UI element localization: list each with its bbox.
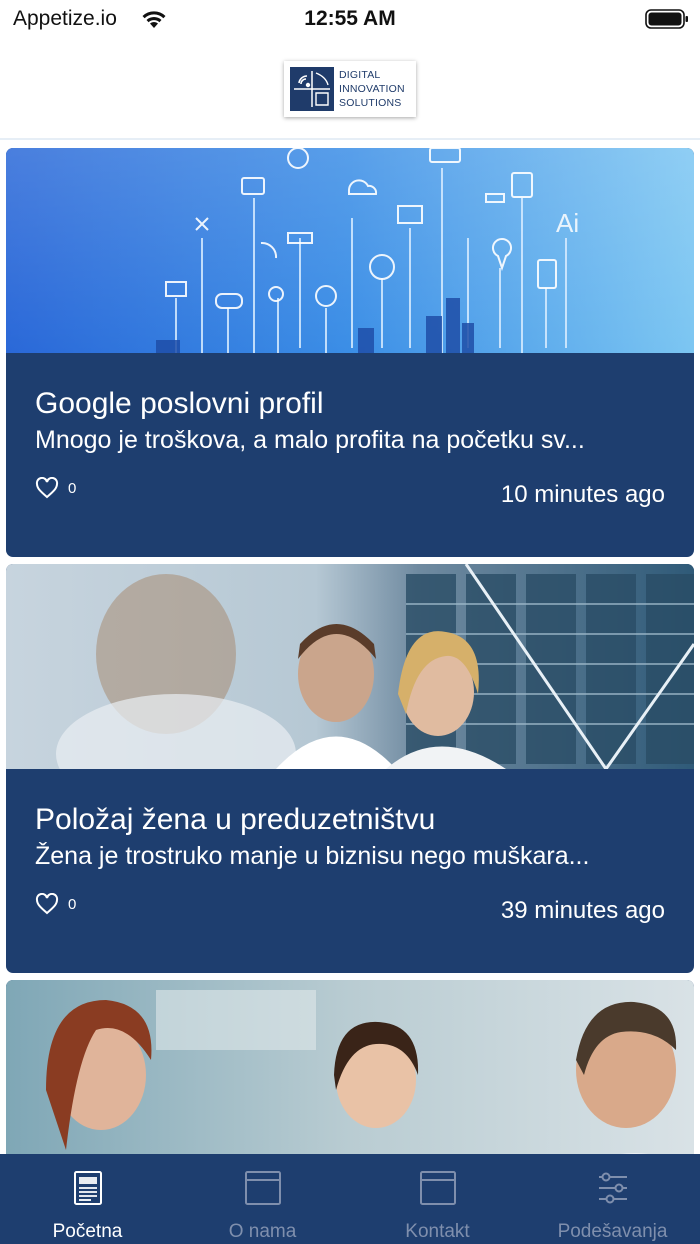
tab-o-nama[interactable]: O nama <box>175 1154 350 1244</box>
post-card[interactable] <box>6 980 694 1154</box>
tab-label: Početna <box>52 1221 123 1242</box>
tab-podesavanja[interactable]: Podešavanja <box>525 1154 700 1244</box>
logo-line: SOLUTIONS <box>339 97 402 109</box>
tab-kontakt[interactable]: Kontakt <box>350 1154 525 1244</box>
clock: 12:55 AM <box>304 7 396 30</box>
post-card-body: Položaj žena u preduzetništvu Žena je tr… <box>6 769 694 973</box>
post-title[interactable]: Google poslovni profil <box>35 387 324 421</box>
like-count: 0 <box>68 895 77 913</box>
post-excerpt: Mnogo je troškova, a malo profita na poč… <box>35 426 585 454</box>
heart-icon[interactable] <box>35 893 59 915</box>
sliders-icon <box>599 1172 627 1204</box>
post-card-body: Google poslovni profil Mnogo je troškova… <box>6 353 694 557</box>
app-header: DIGITAL INNOVATION SOLUTIONS <box>0 40 700 140</box>
tab-label: Kontakt <box>405 1221 470 1242</box>
battery-icon <box>645 9 688 29</box>
svg-text:Ai: Ai <box>556 208 579 238</box>
company-logo[interactable]: DIGITAL INNOVATION SOLUTIONS <box>284 61 416 117</box>
post-card[interactable]: Položaj žena u preduzetništvu Žena je tr… <box>6 564 694 973</box>
bottom-tab-bar: Početna O nama Kontakt Podešavanja <box>0 1154 700 1244</box>
post-title[interactable]: Položaj žena u preduzetništvu <box>35 803 435 837</box>
post-image-business-meeting[interactable] <box>6 980 694 1154</box>
logo-mark-icon <box>290 67 334 111</box>
newspaper-icon <box>74 1171 102 1205</box>
tab-label: O nama <box>228 1221 297 1242</box>
post-timestamp: 10 minutes ago <box>500 481 665 508</box>
post-excerpt: Žena je trostruko manje u biznisu nego m… <box>35 842 590 870</box>
post-image-technology[interactable]: Ai <box>6 148 694 353</box>
like-control[interactable]: 0 <box>35 475 76 501</box>
post-timestamp: 39 minutes ago <box>500 897 665 924</box>
status-bar: Appetize.io 12:55 AM <box>0 0 700 40</box>
logo-line: INNOVATION <box>339 83 405 95</box>
post-card[interactable]: Ai Google poslovni profil Mnogo je trošk… <box>6 148 694 557</box>
logo-line: DIGITAL <box>339 69 381 81</box>
window-icon <box>245 1171 281 1205</box>
like-count: 0 <box>68 479 77 497</box>
tab-pocetna[interactable]: Početna <box>0 1154 175 1244</box>
window-icon <box>420 1171 456 1205</box>
heart-icon[interactable] <box>35 477 59 499</box>
tab-label: Podešavanja <box>557 1221 668 1242</box>
like-control[interactable]: 0 <box>35 891 76 917</box>
logo-text: DIGITAL INNOVATION SOLUTIONS <box>339 68 405 110</box>
post-image-office-women[interactable] <box>6 564 694 769</box>
post-feed[interactable]: Ai Google poslovni profil Mnogo je trošk… <box>0 142 700 1154</box>
